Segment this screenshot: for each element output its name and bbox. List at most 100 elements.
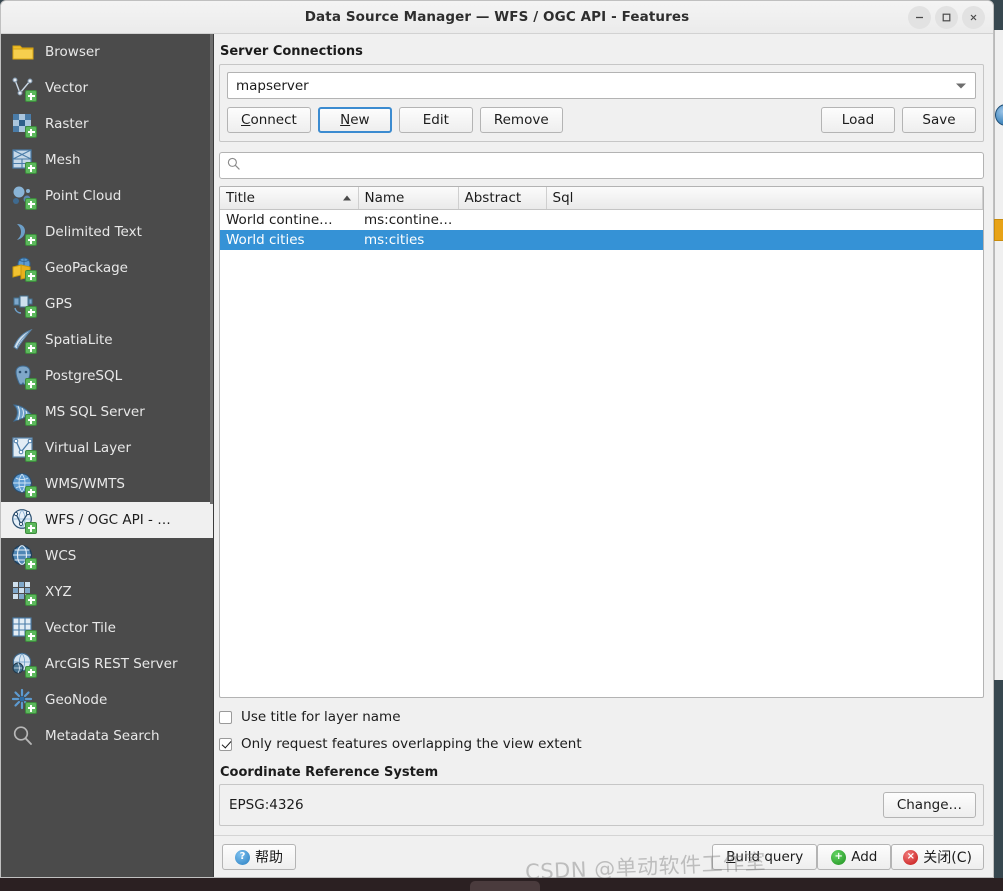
build-query-button[interactable]: Build query (712, 844, 817, 870)
help-icon: ? (235, 850, 250, 865)
column-header-abstract[interactable]: Abstract (458, 187, 546, 210)
checkbox-label: Only request features overlapping the vi… (241, 736, 582, 752)
sidebar-item-spatialite[interactable]: SpatiaLite (1, 322, 213, 358)
edit-button[interactable]: Edit (399, 107, 473, 133)
minimize-button[interactable] (908, 6, 931, 29)
sidebar-item-metadata-search[interactable]: Metadata Search (1, 718, 213, 754)
point-cloud-icon (10, 183, 36, 209)
crs-value: EPSG:4326 (227, 797, 304, 813)
window-title: Data Source Manager — WFS / OGC API - Fe… (305, 9, 690, 25)
close-dialog-button[interactable]: × 关闭(C) (891, 844, 984, 870)
help-label: 帮助 (255, 847, 283, 867)
close-button[interactable] (962, 6, 985, 29)
new-button[interactable]: New (318, 107, 392, 133)
taskbar[interactable] (0, 878, 1003, 889)
column-header-sql[interactable]: Sql (546, 187, 983, 210)
sidebar-item-virtual-layer[interactable]: Virtual Layer (1, 430, 213, 466)
sidebar-item-wcs[interactable]: WCS (1, 538, 213, 574)
sidebar-item-label: XYZ (45, 584, 72, 600)
maximize-button[interactable] (935, 6, 958, 29)
sidebar-item-arcgis-rest-server[interactable]: ArcGIS REST Server (1, 646, 213, 682)
add-badge-icon (25, 306, 37, 318)
sidebar-item-delimited-text[interactable]: Delimited Text (1, 214, 213, 250)
add-badge-icon (25, 558, 37, 570)
add-badge-icon (25, 378, 37, 390)
column-header-label: Title (226, 190, 255, 206)
layers-table[interactable]: Title Name Abstract Sql World contine… m… (219, 186, 984, 698)
sidebar-item-geopackage[interactable]: GeoPackage (1, 250, 213, 286)
sidebar-item-label: PostgreSQL (45, 368, 122, 384)
source-type-sidebar[interactable]: Browser Vector (1, 34, 214, 878)
sidebar-item-label: GPS (45, 296, 72, 312)
cell-sql (546, 230, 983, 250)
sidebar-item-label: SpatiaLite (45, 332, 113, 348)
add-badge-icon (25, 594, 37, 606)
sidebar-item-raster[interactable]: Raster (1, 106, 213, 142)
add-badge-icon (25, 522, 37, 534)
add-label: Add (851, 849, 877, 865)
sidebar-item-label: Point Cloud (45, 188, 121, 204)
column-header-title[interactable]: Title (220, 187, 358, 210)
sidebar-item-xyz[interactable]: XYZ (1, 574, 213, 610)
window-controls (908, 6, 985, 29)
add-badge-icon (25, 198, 37, 210)
connection-select[interactable]: mapserver (227, 72, 976, 99)
mssql-server-icon (10, 399, 36, 425)
sidebar-item-label: Browser (45, 44, 100, 60)
add-badge-icon (25, 450, 37, 462)
table-row[interactable]: World contine… ms:contine… (220, 210, 983, 231)
sidebar-item-wfs-ogc-api[interactable]: WFS / OGC API - … (1, 502, 213, 538)
xyz-tiles-icon (10, 579, 36, 605)
connection-button-row: Connect New Edit Remove Load Save (227, 107, 976, 133)
sidebar-item-label: Raster (45, 116, 89, 132)
save-button[interactable]: Save (902, 107, 976, 133)
arcgis-rest-icon (10, 651, 36, 677)
dialog-button-bar: ? 帮助 Build query + Add × 关闭(C) (214, 835, 993, 878)
sidebar-item-vector-tile[interactable]: Vector Tile (1, 610, 213, 646)
sidebar-item-mesh[interactable]: Mesh (1, 142, 213, 178)
sidebar-item-geonode[interactable]: GeoNode (1, 682, 213, 718)
sidebar-item-label: GeoNode (45, 692, 107, 708)
add-badge-icon (25, 666, 37, 678)
only-request-overlapping-checkbox[interactable]: Only request features overlapping the vi… (219, 736, 984, 752)
taskbar-window-pill[interactable] (470, 881, 540, 891)
chevron-down-icon (956, 83, 966, 88)
cell-title: World cities (220, 230, 358, 250)
sidebar-item-label: WFS / OGC API - … (45, 512, 171, 528)
cell-name: ms:cities (358, 230, 458, 250)
sidebar-item-browser[interactable]: Browser (1, 34, 213, 70)
add-badge-icon (25, 702, 37, 714)
sidebar-item-label: Vector Tile (45, 620, 116, 636)
add-badge-icon (25, 270, 37, 282)
column-header-name[interactable]: Name (358, 187, 458, 210)
sidebar-item-label: Mesh (45, 152, 81, 168)
sidebar-item-label: Vector (45, 80, 88, 96)
sidebar-item-point-cloud[interactable]: Point Cloud (1, 178, 213, 214)
checkbox-box (219, 711, 232, 724)
help-button[interactable]: ? 帮助 (222, 844, 296, 870)
connect-button[interactable]: Connect (227, 107, 311, 133)
table-row[interactable]: World cities ms:cities (220, 230, 983, 250)
add-badge-icon (25, 162, 37, 174)
cell-title: World contine… (220, 210, 358, 231)
crs-section-title: Coordinate Reference System (220, 765, 984, 780)
add-button[interactable]: + Add (817, 844, 891, 870)
sort-ascending-icon (343, 196, 351, 201)
sidebar-scrollbar[interactable] (210, 34, 213, 504)
use-title-for-layer-name-checkbox[interactable]: Use title for layer name (219, 709, 984, 725)
load-button[interactable]: Load (821, 107, 895, 133)
checkbox-label: Use title for layer name (241, 709, 401, 725)
sidebar-item-wms-wmts[interactable]: WMS/WMTS (1, 466, 213, 502)
filter-search-box[interactable] (219, 152, 984, 179)
raster-layer-icon (10, 111, 36, 137)
sidebar-item-vector[interactable]: Vector (1, 70, 213, 106)
change-crs-button[interactable]: Change… (883, 792, 976, 818)
mesh-layer-icon (10, 147, 36, 173)
remove-button[interactable]: Remove (480, 107, 563, 133)
sidebar-item-postgresql[interactable]: PostgreSQL (1, 358, 213, 394)
wfs-panel: Server Connections mapserver Connect New… (214, 34, 993, 878)
search-icon (10, 723, 36, 749)
sidebar-item-gps[interactable]: GPS (1, 286, 213, 322)
sidebar-item-ms-sql-server[interactable]: MS SQL Server (1, 394, 213, 430)
search-input[interactable] (246, 158, 976, 174)
